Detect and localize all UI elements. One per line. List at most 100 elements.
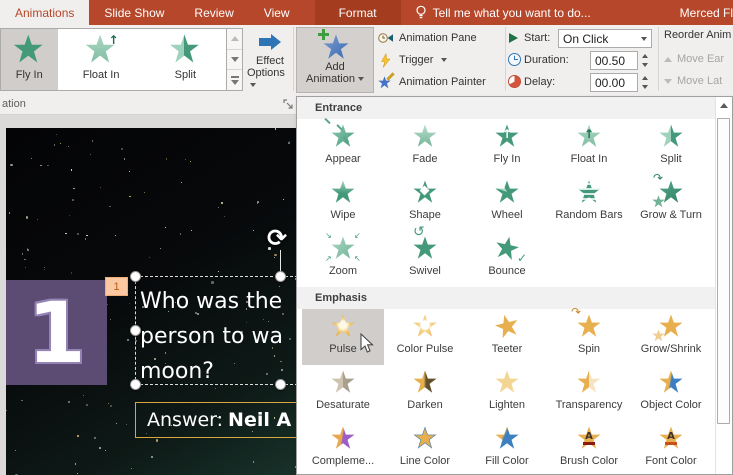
move-later-button[interactable]: Move Lat — [664, 75, 722, 87]
tab-view[interactable]: View — [249, 0, 305, 25]
selection-handle-top-left[interactable] — [130, 271, 141, 282]
textbox-selection-border[interactable] — [135, 276, 296, 385]
selection-handle-bottom-middle[interactable] — [275, 379, 286, 390]
answer-label: Answer: — [147, 409, 224, 431]
delay-value: 00.00 — [595, 75, 626, 90]
duration-value: 00.50 — [595, 53, 626, 68]
star-bars-icon — [575, 179, 603, 205]
star-lighten-icon — [493, 369, 521, 395]
tell-me-box[interactable]: Tell me what you want to do... — [415, 0, 591, 25]
menu-item-label: Line Color — [399, 455, 451, 467]
delay-input[interactable]: 00.00 — [590, 73, 638, 92]
duration-spinner[interactable] — [638, 51, 652, 70]
menu-item-object-color[interactable]: Object Color — [630, 365, 712, 421]
menu-item-lighten[interactable]: Lighten — [466, 365, 548, 421]
slide-number-shape[interactable]: 1 — [6, 280, 107, 385]
effect-options-button[interactable]: Effect Options — [247, 28, 293, 92]
delay-spinner[interactable] — [638, 73, 652, 92]
animation-pane-button[interactable]: Animation Pane — [378, 27, 504, 49]
tab-animations[interactable]: Animations — [0, 0, 90, 25]
rotate-handle-icon[interactable]: ⟳ — [267, 224, 287, 252]
menu-item-transparency[interactable]: Transparency — [548, 365, 630, 421]
gallery-item-split[interactable]: Split — [145, 29, 226, 90]
menu-item-label: Color Pulse — [396, 343, 454, 355]
menu-item-grow-turn[interactable]: ↷ Grow & Turn — [630, 171, 712, 231]
menu-item-wipe[interactable]: Wipe — [302, 175, 384, 231]
trigger-button[interactable]: Trigger — [378, 49, 504, 71]
duration-input[interactable]: 00.50 — [590, 51, 638, 70]
menu-item-compleme[interactable]: Compleme... — [302, 421, 384, 474]
triangle-down-icon — [664, 78, 672, 84]
star-linecolor-icon — [411, 425, 439, 451]
animation-order-badge[interactable]: 1 — [105, 277, 128, 296]
menu-item-color-pulse[interactable]: Color Pulse — [384, 309, 466, 365]
menu-scrollbar[interactable] — [715, 97, 732, 474]
menu-item-split[interactable]: Split — [630, 119, 712, 175]
menu-item-label: Wheel — [491, 209, 523, 221]
tab-format[interactable]: Format — [314, 0, 401, 25]
menu-item-label: Split — [660, 153, 682, 165]
menu-item-appear[interactable]: Appear — [302, 117, 384, 175]
selection-handle-bottom-left[interactable] — [130, 379, 141, 390]
star-transparency-icon — [575, 369, 603, 395]
gallery-item-float-in[interactable]: ↑ Float In — [58, 29, 145, 90]
menu-item-desaturate[interactable]: Desaturate — [302, 365, 384, 421]
tab-review[interactable]: Review — [179, 0, 248, 25]
gallery-scrollbar — [226, 28, 243, 91]
menu-item-font-color[interactable]: A Font Color — [630, 421, 712, 474]
star-appear-icon — [324, 117, 357, 149]
menu-item-teeter[interactable]: Teeter — [466, 309, 548, 365]
menu-item-line-color[interactable]: Line Color — [384, 421, 466, 474]
menu-item-label: Float In — [570, 153, 608, 165]
menu-item-brush-color[interactable]: A Brush Color — [548, 421, 630, 474]
menu-item-bounce[interactable]: ✓ Bounce — [466, 231, 548, 287]
add-animation-icon — [318, 29, 350, 61]
chevron-down-icon — [250, 83, 256, 88]
selection-handle-top-middle[interactable] — [275, 271, 286, 282]
account-name[interactable]: Merced Fl — [672, 0, 733, 25]
menu-item-float-in[interactable]: ↑ Float In — [548, 119, 630, 175]
selection-handle-middle-left[interactable] — [130, 325, 141, 336]
menu-scroll-up-icon[interactable] — [716, 97, 732, 114]
start-select[interactable]: On Click — [558, 29, 652, 48]
star-split-icon — [657, 123, 685, 149]
move-earlier-button[interactable]: Move Ear — [664, 53, 724, 65]
star-floatin-icon: ↑ — [575, 123, 603, 149]
animation-painter-button[interactable]: Animation Painter — [378, 71, 504, 93]
reorder-title: Reorder Anim — [664, 29, 732, 41]
star-growturn-icon: ↷ — [652, 171, 685, 208]
menu-item-shape[interactable]: Shape — [384, 175, 466, 231]
tab-slide-show[interactable]: Slide Show — [89, 0, 179, 25]
star-objectcolor-icon — [657, 369, 685, 395]
ribbon-separator — [505, 27, 506, 91]
start-value: On Click — [563, 31, 609, 46]
star-complement-icon — [329, 425, 357, 451]
menu-item-random-bars[interactable]: Random Bars — [548, 175, 630, 231]
menu-item-fly-in[interactable]: ↑ Fly In — [466, 119, 548, 175]
menu-item-spin[interactable]: ↷ Spin — [548, 305, 630, 365]
menu-item-swivel[interactable]: ↺ Swivel — [384, 224, 466, 287]
menu-item-wheel[interactable]: Wheel — [466, 175, 548, 231]
powerpoint-window: Animations Slide Show Review View Format Tel… — [0, 0, 733, 475]
add-animation-button[interactable]: Add Animation — [296, 27, 374, 93]
menu-scrollbar-thumb[interactable] — [717, 118, 730, 424]
star-pulse-icon — [329, 313, 357, 339]
gallery-item-fly-in[interactable]: ↑ Fly In — [1, 29, 119, 90]
answer-textbox[interactable]: Answer: Neil A — [135, 402, 296, 438]
gallery-scroll-down-icon[interactable] — [227, 50, 242, 71]
gallery-item-label: Split — [174, 69, 197, 81]
gallery-more-icon[interactable] — [227, 70, 242, 90]
menu-item-zoom[interactable]: ↘ ↘ ↘ ↘ Zoom — [302, 231, 384, 287]
menu-item-fill-color[interactable]: Fill Color — [466, 421, 548, 474]
menu-item-grow-shrink[interactable]: Grow/Shrink — [630, 309, 712, 365]
star-teeter-icon — [493, 313, 521, 339]
duration-label: Duration: — [524, 54, 569, 66]
menu-item-label: Spin — [577, 343, 601, 355]
slide-canvas[interactable]: 1 1 ⟳ Who was the person to wa moon? Answe… — [6, 128, 296, 475]
star-fillcolor-icon — [493, 425, 521, 451]
menu-item-fade[interactable]: Fade — [384, 119, 466, 175]
dialog-launcher-icon[interactable] — [283, 99, 294, 110]
gallery-scroll-up-icon[interactable] — [227, 29, 242, 50]
star-fontcolor-icon: A — [657, 425, 685, 451]
menu-item-darken[interactable]: Darken — [384, 365, 466, 421]
